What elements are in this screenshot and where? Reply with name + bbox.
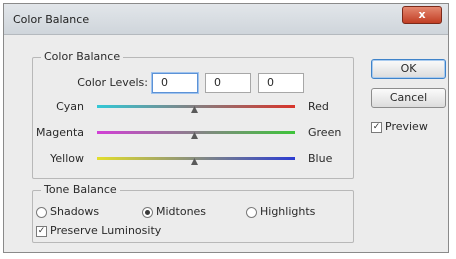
- cyan-label: Cyan: [56, 100, 84, 113]
- color-level-magenta-green-field[interactable]: 0: [205, 73, 251, 93]
- color-balance-legend: Color Balance: [41, 50, 124, 63]
- tone-balance-legend: Tone Balance: [41, 183, 120, 196]
- title-bar: Color Balance x: [4, 4, 448, 35]
- highlights-label[interactable]: Highlights: [260, 205, 315, 218]
- checkmark-icon: ✓: [372, 122, 381, 132]
- shadows-radio[interactable]: [36, 207, 47, 218]
- shadows-label[interactable]: Shadows: [50, 205, 99, 218]
- yellow-label: Yellow: [50, 152, 84, 165]
- yellow-blue-slider-track[interactable]: [97, 157, 295, 160]
- cyan-red-slider-track[interactable]: [97, 105, 295, 108]
- highlights-radio[interactable]: [246, 207, 257, 218]
- close-icon: x: [418, 8, 426, 21]
- cancel-button[interactable]: Cancel: [371, 88, 446, 108]
- color-balance-dialog: Color Balance x Color Balance Color Leve…: [3, 3, 449, 253]
- blue-label: Blue: [308, 152, 333, 165]
- color-level-yellow-blue-field[interactable]: 0: [258, 73, 304, 93]
- magenta-label: Magenta: [35, 126, 84, 139]
- magenta-green-slider-track[interactable]: [97, 131, 295, 134]
- green-label: Green: [308, 126, 342, 139]
- close-button[interactable]: x: [402, 6, 442, 24]
- midtones-label[interactable]: Midtones: [156, 205, 206, 218]
- preview-label[interactable]: Preview: [385, 120, 428, 133]
- color-level-cyan-red-field[interactable]: 0: [152, 73, 198, 93]
- checkmark-icon: ✓: [37, 226, 46, 236]
- preserve-luminosity-checkbox[interactable]: ✓: [36, 226, 47, 237]
- preserve-luminosity-label[interactable]: Preserve Luminosity: [50, 224, 161, 237]
- preview-checkbox[interactable]: ✓: [371, 122, 382, 133]
- window-title: Color Balance: [13, 13, 90, 26]
- red-label: Red: [308, 100, 329, 113]
- color-levels-label: Color Levels:: [77, 76, 148, 89]
- midtones-radio[interactable]: [142, 207, 153, 218]
- ok-button[interactable]: OK: [371, 59, 446, 79]
